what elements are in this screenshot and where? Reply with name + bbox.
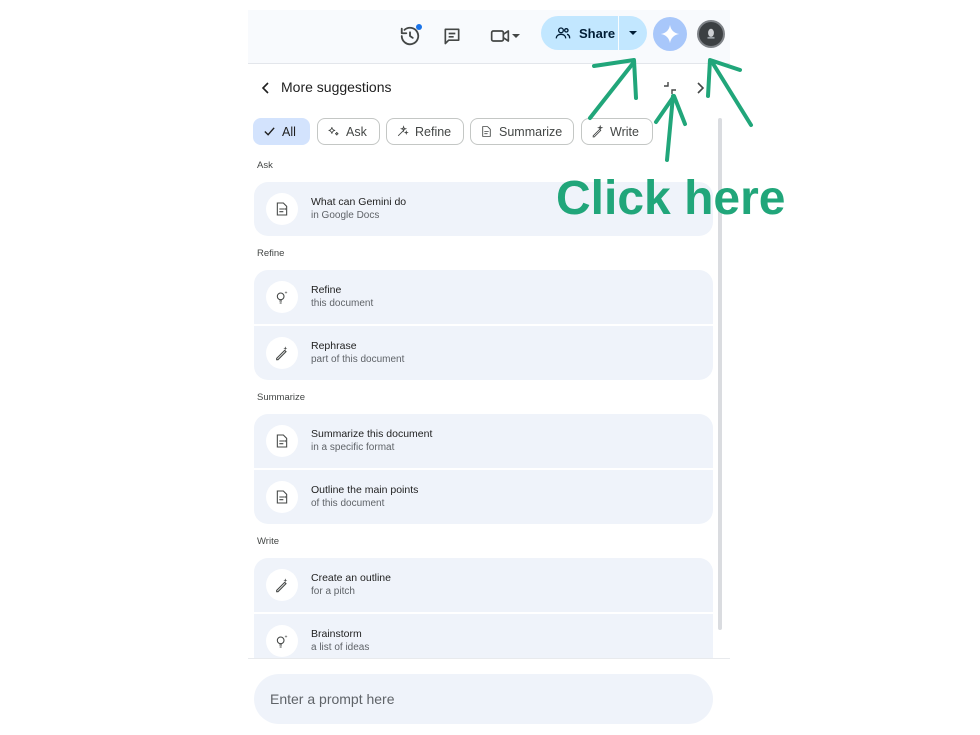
- prompt-input[interactable]: [254, 674, 713, 724]
- suggestion-subtitle: in a specific format: [311, 442, 395, 453]
- chip-label: Summarize: [499, 124, 563, 139]
- share-label: Share: [579, 25, 616, 41]
- version-history-icon[interactable]: [397, 23, 423, 49]
- pencil-sparkle-icon: [592, 125, 604, 138]
- suggestion-rephrase[interactable]: Rephrase part of this document: [254, 326, 713, 380]
- chip-label: Ask: [346, 124, 367, 139]
- chevron-down-icon: [512, 34, 520, 38]
- suggestion-subtitle: this document: [311, 298, 374, 309]
- suggestion-subtitle: of this document: [311, 498, 385, 509]
- caret-down-icon: [629, 31, 637, 35]
- share-divider: [618, 16, 619, 50]
- pencil-sparkle-icon: [266, 569, 298, 601]
- panel-title: More suggestions: [281, 79, 392, 95]
- people-icon: [555, 27, 571, 39]
- comments-icon[interactable]: [439, 23, 465, 49]
- chip-all[interactable]: All: [253, 118, 310, 145]
- suggestion-title: Rephrase: [311, 340, 357, 352]
- suggestion-brainstorm[interactable]: Brainstorm a list of ideas: [254, 614, 713, 658]
- chip-label: Write: [610, 124, 639, 139]
- top-toolbar: Share: [248, 10, 730, 64]
- suggestion-subtitle: for a pitch: [311, 586, 355, 597]
- lightbulb-sparkle-icon: [266, 281, 298, 313]
- lightbulb-sparkle-icon: [266, 625, 298, 657]
- section-label-write: Write: [257, 536, 279, 547]
- gemini-sparkle-icon: [660, 24, 680, 44]
- meet-video-button[interactable]: [486, 23, 524, 49]
- section-label-refine: Refine: [257, 248, 285, 259]
- doc-sparkle-icon: [266, 193, 298, 225]
- suggestion-title: Outline the main points: [311, 484, 419, 496]
- share-dropdown-button[interactable]: [619, 16, 647, 50]
- doc-sparkle-icon: [266, 425, 298, 457]
- account-avatar[interactable]: [697, 20, 725, 48]
- chip-summarize[interactable]: Summarize: [470, 118, 574, 145]
- chevron-right-icon: [697, 82, 705, 94]
- suggestion-refine[interactable]: Refine this document: [254, 270, 713, 324]
- sparkle-icon: [328, 127, 339, 136]
- suggestion-outline-main-points[interactable]: Outline the main points of this document: [254, 470, 713, 524]
- click-here-annotation: Click here: [556, 172, 786, 225]
- collapse-button[interactable]: [660, 78, 680, 98]
- gemini-side-panel: More suggestions All Ask Refine Summariz…: [248, 64, 730, 724]
- suggestion-create-outline[interactable]: Create an outline for a pitch: [254, 558, 713, 612]
- suggestion-title: Create an outline: [311, 572, 391, 584]
- chevron-left-icon: [261, 82, 269, 94]
- share-button[interactable]: Share: [541, 16, 618, 50]
- suggestion-subtitle: part of this document: [311, 354, 405, 365]
- notification-dot: [416, 24, 422, 30]
- avatar-image: [707, 28, 715, 39]
- section-label-summarize: Summarize: [257, 392, 306, 403]
- suggestion-title: Brainstorm: [311, 628, 362, 640]
- doc-sparkle-icon: [266, 481, 298, 513]
- summarize-icon: [482, 126, 491, 137]
- chip-label: Refine: [415, 124, 452, 139]
- suggestions-list: Ask What can Gemini do in Google Docs Re…: [248, 152, 730, 658]
- chip-write[interactable]: Write: [581, 118, 653, 145]
- suggestion-title: Refine: [311, 284, 342, 296]
- panel-header: More suggestions: [248, 76, 730, 100]
- suggestion-subtitle: in Google Docs: [311, 210, 380, 221]
- section-label-ask: Ask: [257, 160, 273, 171]
- back-button[interactable]: [256, 78, 276, 98]
- video-camera-icon: [490, 30, 510, 42]
- check-icon: [264, 127, 275, 136]
- chip-refine[interactable]: Refine: [386, 118, 464, 145]
- suggestion-subtitle: a list of ideas: [311, 642, 370, 653]
- pencil-sparkle-icon: [266, 337, 298, 369]
- collapse-icon: [664, 82, 676, 94]
- share-button-group: Share: [541, 16, 647, 50]
- next-button[interactable]: [692, 78, 708, 98]
- gemini-button[interactable]: [653, 17, 687, 51]
- chip-label: All: [282, 124, 296, 139]
- suggestion-summarize-document[interactable]: Summarize this document in a specific fo…: [254, 414, 713, 468]
- prompt-area: [248, 658, 730, 724]
- suggestion-title: What can Gemini do: [311, 196, 407, 208]
- refine-icon: [397, 125, 409, 137]
- chip-ask[interactable]: Ask: [317, 118, 380, 145]
- suggestion-title: Summarize this document: [311, 428, 433, 440]
